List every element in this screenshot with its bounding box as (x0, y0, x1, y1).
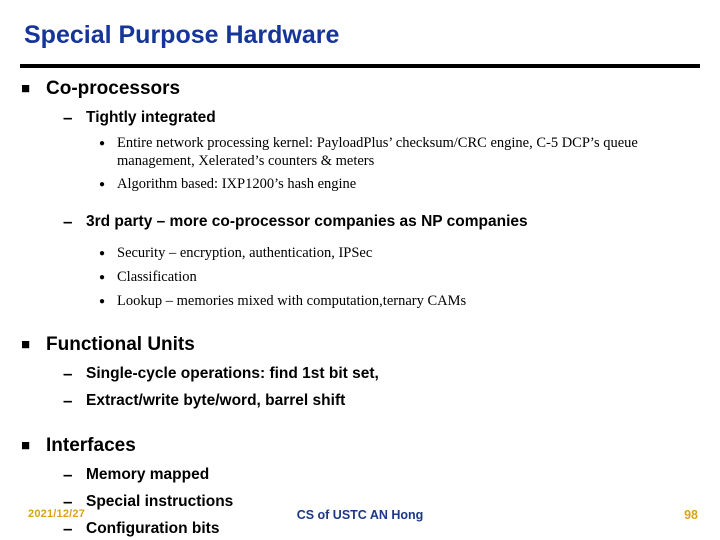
footer-attribution: CS of USTC AN Hong (296, 508, 424, 522)
bullet-text: Functional Units (46, 334, 195, 355)
square-bullet-icon: ■ (21, 336, 31, 353)
bullet-text: Lookup – memories mixed with computation… (117, 293, 467, 309)
bullet-item-level3: ● Algorithm based: IXP1200’s hash engine (0, 175, 720, 194)
footer-page-number: 98 (684, 508, 698, 522)
bullet-text: Memory mapped (86, 466, 210, 483)
bullet-item-level3: ● Lookup – memories mixed with computati… (0, 292, 720, 311)
bullet-text: Security – encryption, authentication, I… (117, 245, 373, 261)
square-bullet-icon: ■ (21, 437, 31, 454)
dash-bullet-icon: – (63, 465, 73, 484)
circle-bullet-icon: ● (99, 248, 106, 259)
slide-body: ■ Co-processors – Tightly integrated ● E… (0, 76, 720, 538)
bullet-item-level3: ● Entire network processing kernel: Payl… (0, 134, 720, 170)
bullet-item-level2: – Tightly integrated (0, 107, 720, 129)
title-divider (20, 64, 700, 68)
circle-bullet-icon: ● (99, 179, 106, 190)
bullet-text: Tightly integrated (86, 109, 216, 126)
dash-bullet-icon: – (63, 391, 73, 410)
bullet-item-level2: – 3rd party – more co-processor companie… (0, 211, 720, 233)
dash-bullet-icon: – (63, 212, 73, 231)
dash-bullet-icon: – (63, 108, 73, 127)
bullet-item-level3: ● Classification (0, 268, 720, 287)
bullet-item-level2: – Extract/write byte/word, barrel shift (0, 390, 720, 412)
bullet-item-level3: ● Security – encryption, authentication,… (0, 244, 720, 263)
dash-bullet-icon: – (63, 364, 73, 383)
bullet-item-level1: ■ Interfaces (0, 433, 720, 459)
bullet-item-level2: – Single-cycle operations: find 1st bit … (0, 363, 720, 385)
bullet-item-level1: ■ Functional Units (0, 332, 720, 358)
bullet-item-level2: – Memory mapped (0, 464, 720, 486)
bullet-text: Single-cycle operations: find 1st bit se… (86, 365, 379, 382)
bullet-text: 3rd party – more co-processor companies … (86, 213, 528, 230)
slide-footer: 2021/12/27 CS of USTC AN Hong 98 (0, 508, 720, 532)
square-bullet-icon: ■ (21, 80, 31, 97)
circle-bullet-icon: ● (99, 296, 106, 307)
slide: Special Purpose Hardware ■ Co-processors… (0, 0, 720, 540)
bullet-item-level1: ■ Co-processors (0, 76, 720, 102)
bullet-text: Extract/write byte/word, barrel shift (86, 392, 346, 409)
bullet-text: Interfaces (46, 435, 136, 456)
page-title: Special Purpose Hardware (24, 21, 340, 49)
circle-bullet-icon: ● (99, 272, 106, 283)
circle-bullet-icon: ● (99, 138, 106, 149)
bullet-text: Algorithm based: IXP1200’s hash engine (117, 176, 357, 192)
bullet-text: Co-processors (46, 78, 181, 99)
bullet-text: Entire network processing kernel: Payloa… (117, 135, 638, 169)
bullet-text: Classification (117, 269, 197, 285)
